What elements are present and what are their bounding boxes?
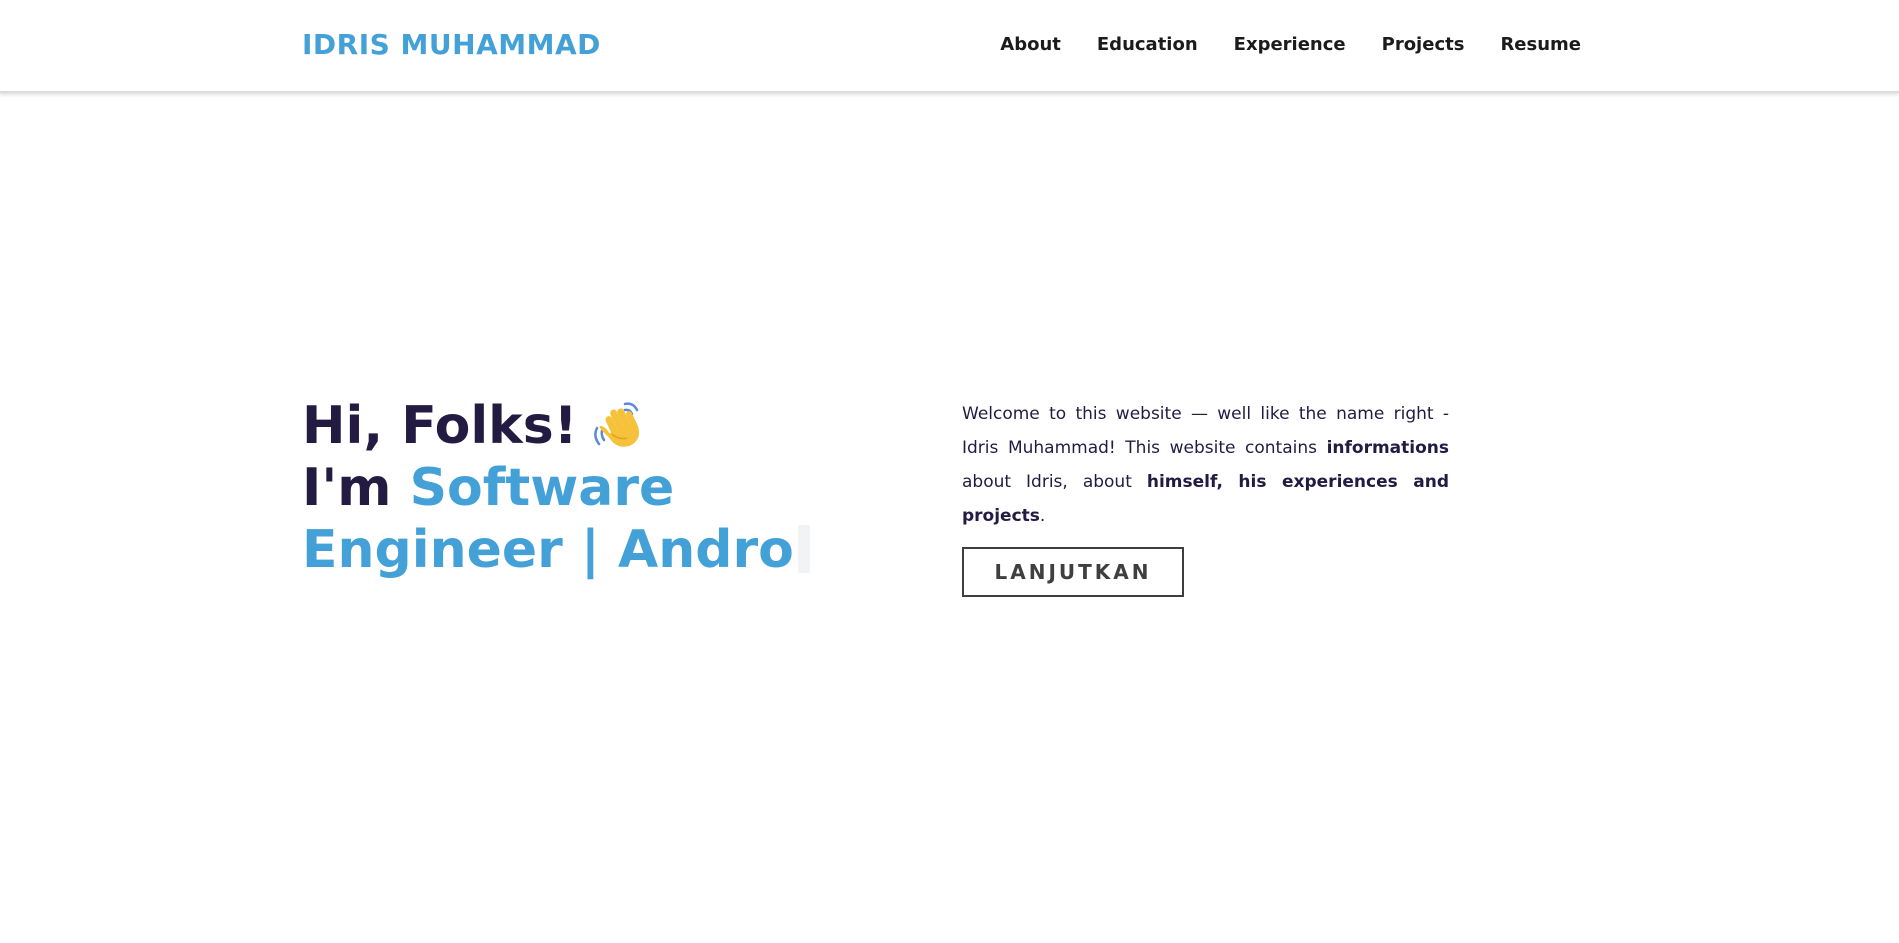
hero-intro: Welcome to this website — well like the … — [962, 397, 1449, 597]
site-logo[interactable]: IDRIS MUHAMMAD — [302, 28, 601, 61]
intro-paragraph: Welcome to this website — well like the … — [962, 397, 1449, 533]
role-prefix: I'm — [302, 458, 410, 518]
nav-link-resume[interactable]: Resume — [1500, 34, 1581, 55]
site-header: IDRIS MUHAMMAD About Education Experienc… — [0, 0, 1899, 93]
lanjutkan-button[interactable]: LANJUTKAN — [962, 547, 1184, 597]
hero-heading: Hi, Folks! I'm Software Engineer | Andro — [302, 395, 922, 581]
nav-link-about[interactable]: About — [1000, 34, 1061, 55]
nav-link-experience[interactable]: Experience — [1234, 34, 1346, 55]
intro-bold-informations: informations — [1326, 438, 1449, 458]
greeting-text: Hi, Folks! — [302, 396, 578, 456]
main-nav: About Education Experience Projects Resu… — [1000, 34, 1581, 55]
nav-link-education[interactable]: Education — [1097, 34, 1198, 55]
greeting-line: Hi, Folks! — [302, 395, 922, 457]
typing-cursor — [797, 525, 810, 573]
waving-hand-icon — [589, 398, 645, 454]
role-line: I'm Software Engineer | Andro — [302, 457, 922, 581]
intro-text-3: . — [1039, 506, 1046, 526]
nav-link-projects[interactable]: Projects — [1382, 34, 1465, 55]
intro-text-2: about Idris, about — [962, 472, 1147, 492]
